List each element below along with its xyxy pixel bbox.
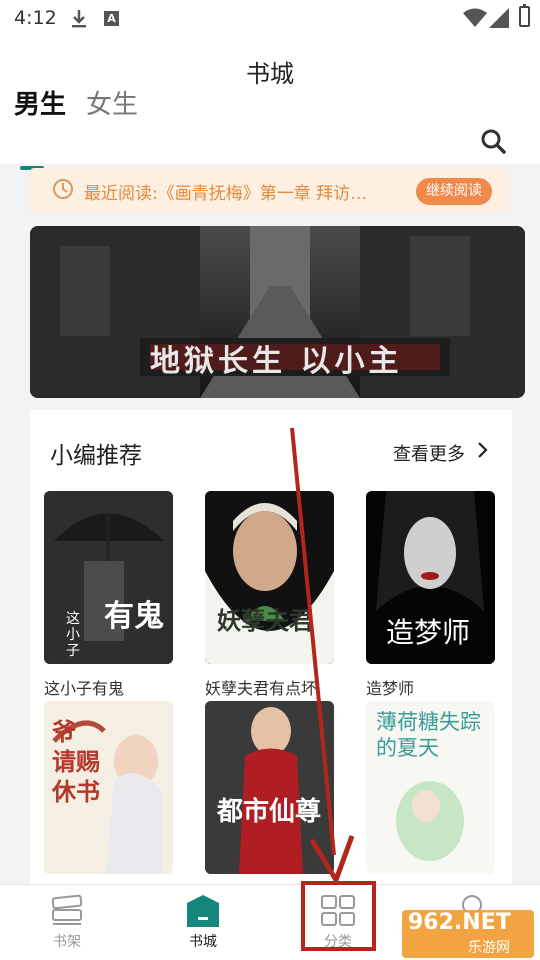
search-icon[interactable] — [480, 128, 506, 154]
book-cover-text: 有鬼 — [104, 599, 164, 634]
book-cover[interactable]: 造梦师 — [366, 491, 495, 664]
section-title: 小编推荐 — [50, 443, 142, 469]
watermark-text: 962.NET — [408, 910, 511, 935]
wifi-icon — [463, 8, 487, 27]
signal-icon — [489, 8, 509, 28]
tab-male[interactable]: 男生 — [14, 84, 66, 121]
book-cover-text: 薄荷糖失踪的夏天 — [376, 710, 481, 760]
book-cover-art — [44, 491, 173, 664]
top-header: 书城 — [0, 38, 540, 164]
page-title: 书城 — [246, 60, 294, 88]
book-cover[interactable]: 薄荷糖失踪的夏天 — [366, 701, 495, 874]
book-cover-art — [205, 701, 334, 874]
watermark-subtext: 乐游网 — [468, 940, 510, 956]
book-cover[interactable]: 都市仙尊 — [205, 701, 334, 874]
status-bar: 4:12 A — [0, 0, 540, 38]
view-more-link[interactable]: 查看更多 — [393, 440, 465, 466]
download-icon — [72, 10, 86, 28]
bookshelf-icon[interactable] — [49, 894, 85, 928]
battery-icon — [519, 4, 530, 27]
tab-female[interactable]: 女生 — [86, 84, 138, 121]
book-cover-subtext: 这小子 — [66, 611, 80, 659]
book-cover[interactable]: 有鬼 这小子 — [44, 491, 173, 664]
book-cover-art — [205, 491, 334, 664]
chevron-right-icon[interactable] — [476, 441, 488, 459]
book-cover[interactable]: 爷 请赐休书 — [44, 701, 173, 874]
book-title[interactable]: 造梦师 — [366, 675, 496, 699]
book-cover-text: 爷 请赐休书 — [52, 718, 100, 806]
nav-label-bookshelf[interactable]: 书架 — [37, 931, 97, 951]
clock-icon — [53, 179, 73, 199]
book-cover-text: 造梦师 — [386, 616, 471, 649]
status-time: 4:12 — [14, 7, 57, 29]
category-highlight-box — [301, 881, 376, 951]
book-cover[interactable]: 妖孽夫君 — [205, 491, 334, 664]
book-title[interactable]: 这小子有鬼 — [44, 675, 174, 699]
watermark-logo: 962.NET 乐游网 — [402, 910, 534, 958]
notification-badge-icon: A — [104, 11, 119, 26]
recent-reading-text: 最近阅读:《画青抚梅》第一章 拜访… — [84, 184, 368, 204]
book-cover-text: 妖孽夫君 — [217, 607, 313, 635]
nav-label-bookstore[interactable]: 书城 — [173, 931, 233, 951]
book-title[interactable]: 妖孽夫君有点坏 — [205, 675, 335, 699]
hero-banner[interactable]: 地狱长生 以小主 — [30, 226, 525, 398]
continue-reading-button[interactable]: 继续阅读 — [416, 178, 492, 205]
book-cover-text: 都市仙尊 — [217, 797, 322, 827]
hero-banner-text: 地狱长生 以小主 — [150, 344, 403, 379]
bookstore-icon[interactable] — [185, 893, 221, 929]
